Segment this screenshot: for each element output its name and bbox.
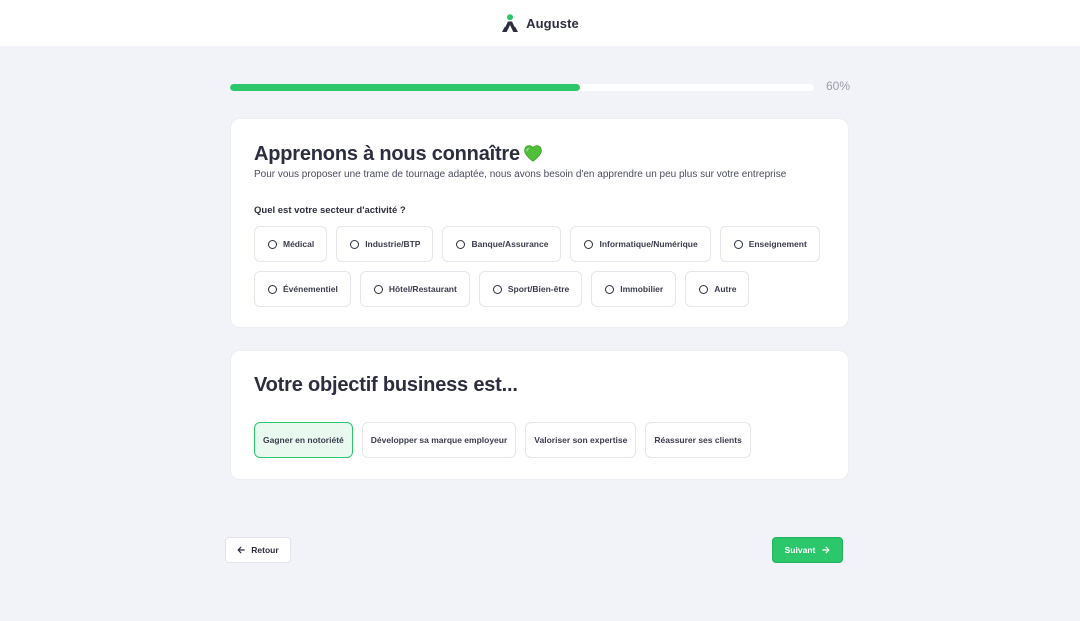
option-label: Médical — [283, 239, 315, 249]
sector-question: Quel est votre secteur d'activité ? — [254, 205, 406, 216]
sector-option-hotel-restaurant[interactable]: Hôtel/Restaurant — [359, 271, 470, 307]
sector-subtitle: Pour vous proposer une trame de tournage… — [254, 169, 787, 180]
sector-option-sport-bien-etre[interactable]: Sport/Bien-être — [478, 271, 583, 307]
sector-option-industrie-btp[interactable]: Industrie/BTP — [336, 226, 434, 262]
option-label: Immobilier — [620, 284, 664, 294]
sector-option-autre[interactable]: Autre — [685, 271, 750, 307]
goal-options: Gagner en notoriété Développer sa marque… — [254, 422, 751, 458]
goal-card: Votre objectif business est... Gagner en… — [230, 350, 849, 480]
option-label: Industrie/BTP — [365, 239, 421, 249]
option-label: Enseignement — [748, 239, 807, 249]
goal-option-reassurer-clients[interactable]: Réassurer ses clients — [645, 422, 751, 458]
next-button[interactable]: Suivant — [772, 537, 843, 563]
option-label: Banque/Assurance — [471, 239, 549, 249]
radio-icon — [268, 284, 277, 294]
brand-name: Auguste — [526, 15, 579, 31]
sector-title: Apprenons à nous connaître — [254, 143, 542, 166]
green-heart-icon — [524, 145, 542, 162]
progress-track — [230, 83, 814, 91]
option-label: Autre — [714, 284, 737, 294]
progress-indicator: 60% — [230, 79, 850, 94]
sector-option-evenementiel[interactable]: Événementiel — [254, 271, 351, 307]
sector-title-text: Apprenons à nous connaître — [254, 143, 520, 165]
sector-option-enseignement[interactable]: Enseignement — [719, 226, 820, 262]
option-label: Hôtel/Restaurant — [388, 284, 457, 294]
radio-icon — [350, 239, 360, 249]
goal-option-marque-employeur[interactable]: Développer sa marque employeur — [361, 422, 517, 458]
sector-card: Apprenons à nous connaître Pour vous pro… — [230, 118, 849, 328]
brand[interactable]: Auguste — [501, 13, 579, 33]
sector-option-medical[interactable]: Médical — [254, 226, 328, 262]
radio-icon — [456, 239, 466, 249]
back-button[interactable]: Retour — [225, 537, 291, 563]
sector-options-row-1: Médical Industrie/BTP Banque/Assurance I… — [254, 226, 820, 262]
progress-fill — [230, 83, 581, 91]
radio-icon — [373, 284, 383, 294]
back-button-label: Retour — [251, 545, 279, 555]
top-bar: Auguste — [0, 0, 1080, 46]
sector-options-row-2: Événementiel Hôtel/Restaurant Sport/Bien… — [254, 271, 750, 307]
option-label: Événementiel — [283, 284, 338, 294]
goal-option-expertise[interactable]: Valoriser son expertise — [525, 422, 637, 458]
sector-option-informatique-numerique[interactable]: Informatique/Numérique — [570, 226, 711, 262]
goal-title: Votre objectif business est... — [254, 374, 518, 396]
radio-icon — [584, 239, 594, 249]
option-label: Informatique/Numérique — [599, 239, 698, 249]
auguste-logo-icon — [502, 13, 519, 32]
arrow-left-icon — [237, 546, 246, 554]
radio-icon — [492, 284, 502, 294]
arrow-right-icon — [822, 546, 830, 554]
radio-icon — [699, 284, 709, 294]
radio-icon — [733, 239, 743, 249]
sector-option-immobilier[interactable]: Immobilier — [591, 271, 677, 307]
option-label: Sport/Bien-être — [507, 284, 570, 294]
goal-option-notoriete[interactable]: Gagner en notoriété — [254, 422, 353, 458]
sector-option-banque-assurance[interactable]: Banque/Assurance — [442, 226, 562, 262]
radio-icon — [268, 239, 277, 249]
next-button-label: Suivant — [784, 545, 816, 555]
progress-label: 60% — [825, 79, 850, 93]
radio-icon — [605, 284, 615, 294]
